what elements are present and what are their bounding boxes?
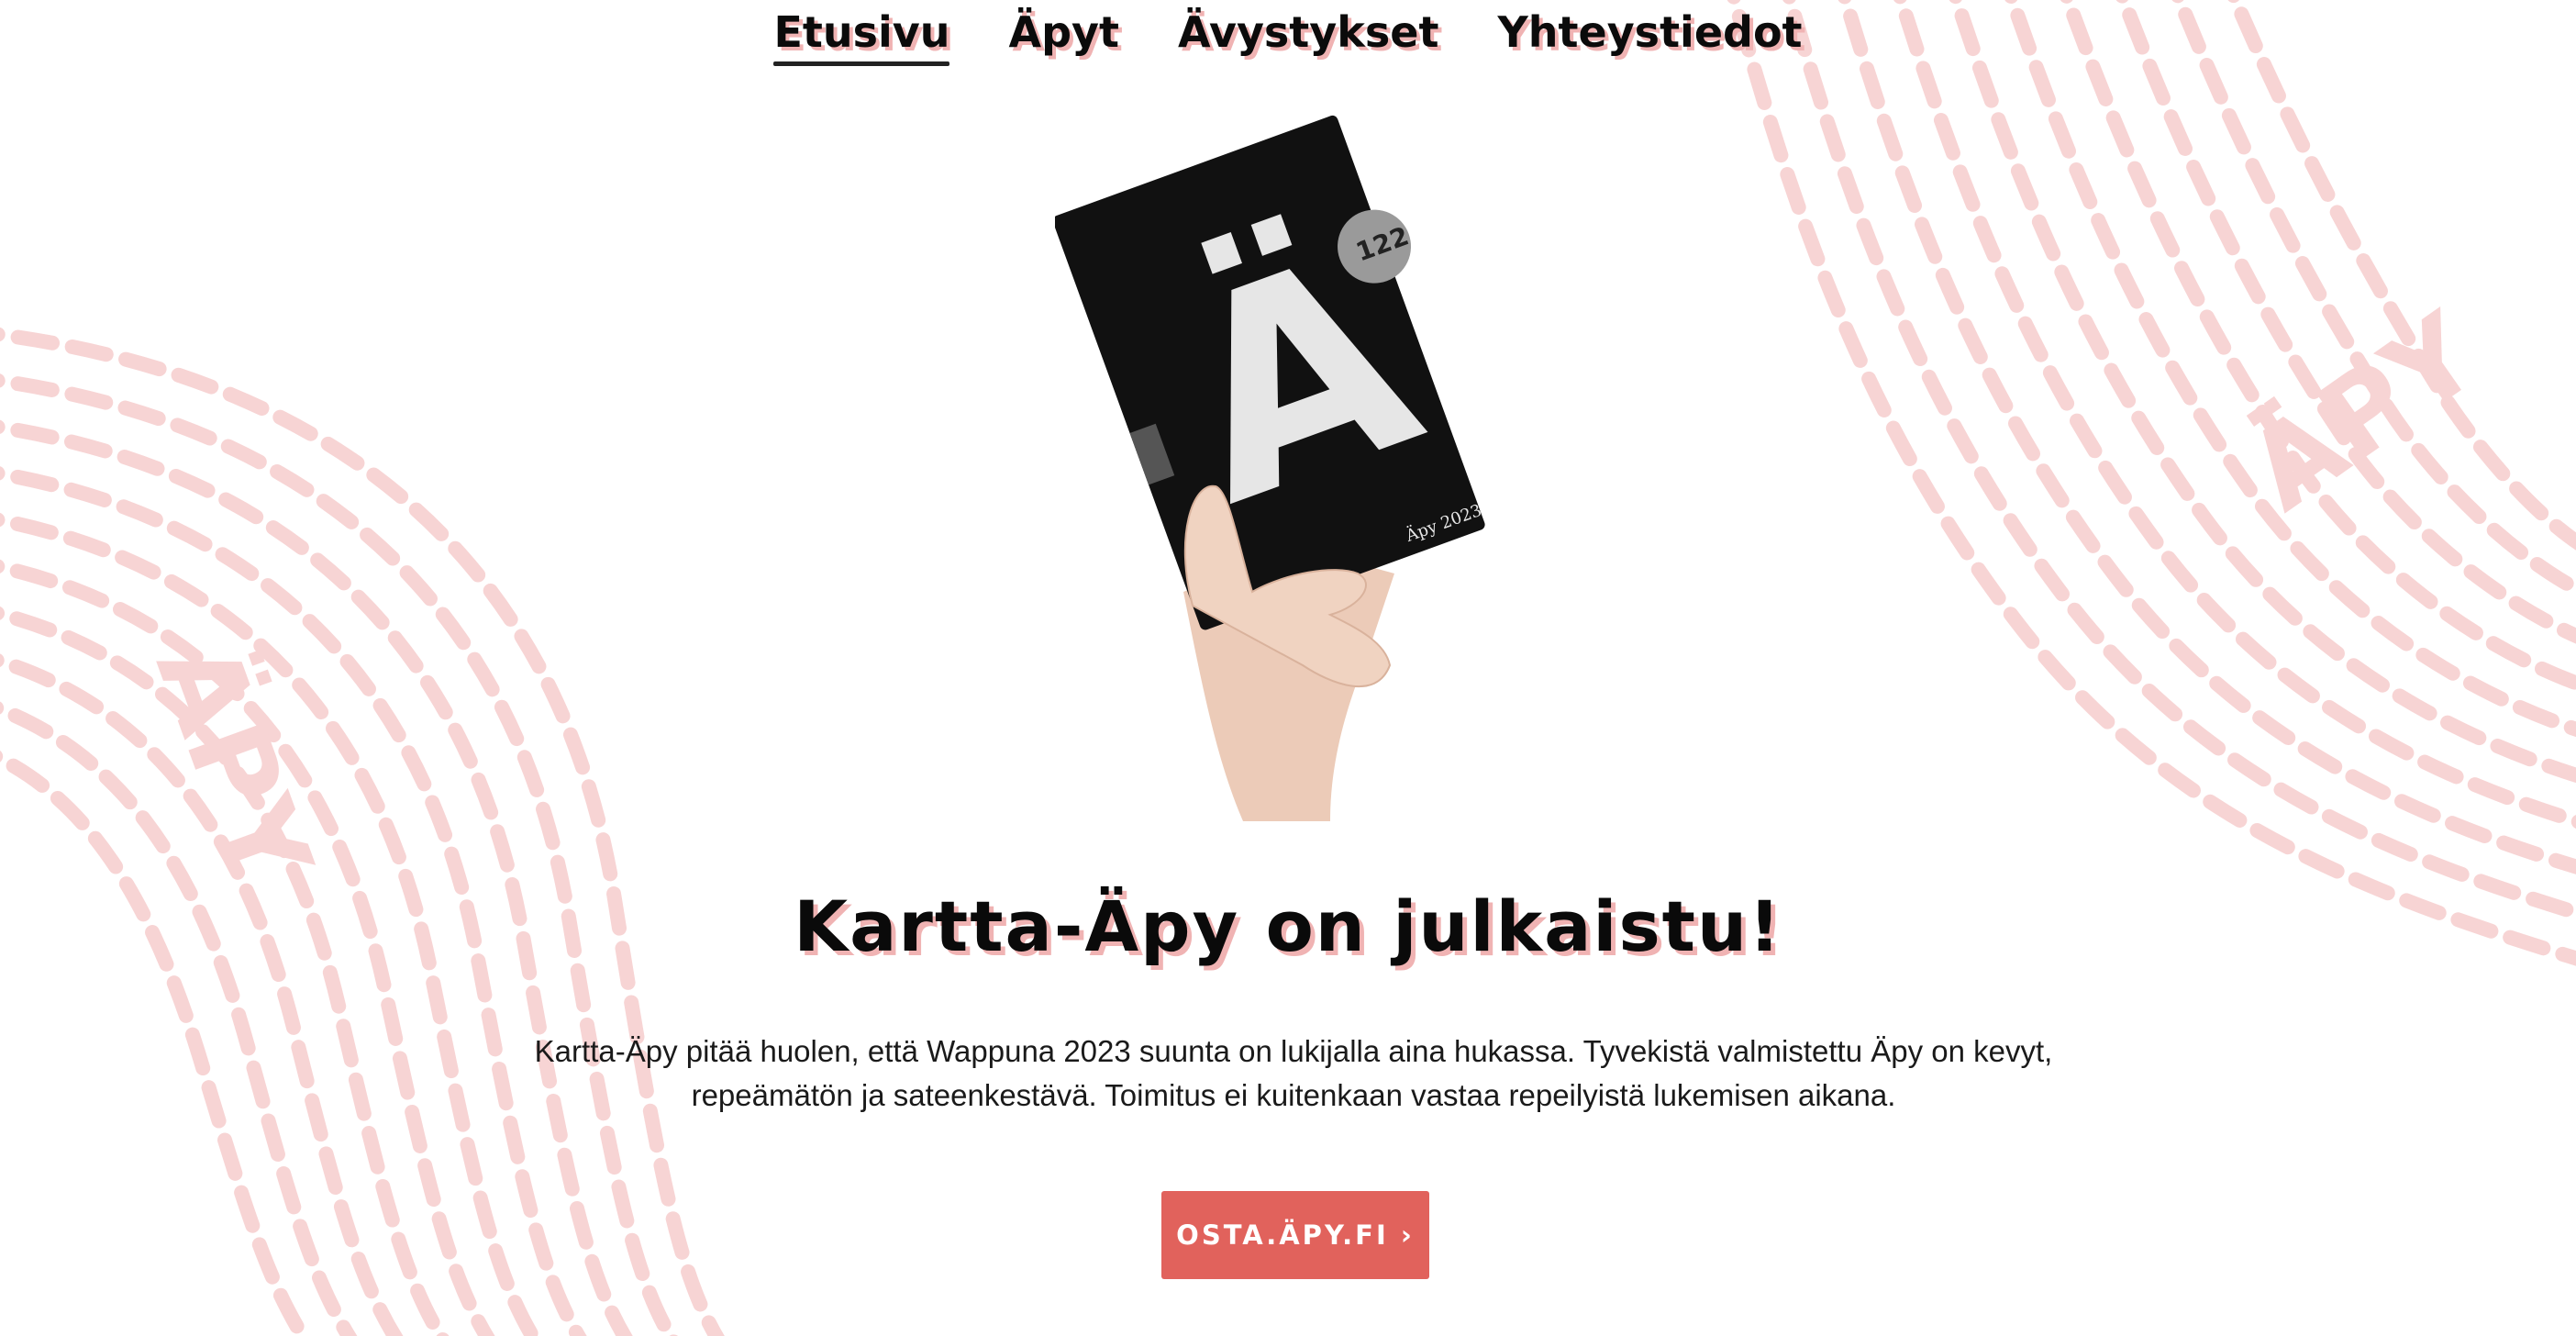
main-nav: Etusivu Äpyt Ävystykset Yhteystiedot [0, 7, 2576, 66]
page: ÄPY ÄPY Etusivu Äpyt Ävystykset Yhteysti… [0, 0, 2576, 1336]
buy-button[interactable]: OSTA.ÄPY.FI › [1161, 1191, 1429, 1279]
page-headline: Kartta-Äpy on julkaistu! [794, 885, 1782, 967]
hero-magazine-image: 122 Ä Äpy 2023 [1055, 115, 1485, 821]
nav-link-apyt[interactable]: Äpyt [1008, 7, 1119, 62]
intro-paragraph: Kartta-Äpy pitää huolen, että Wappuna 20… [534, 1034, 2053, 1112]
nav-link-yhteystiedot[interactable]: Yhteystiedot [1497, 7, 1802, 62]
nav-link-etusivu[interactable]: Etusivu [773, 7, 950, 66]
nav-link-avystykset[interactable]: Ävystykset [1178, 7, 1438, 62]
